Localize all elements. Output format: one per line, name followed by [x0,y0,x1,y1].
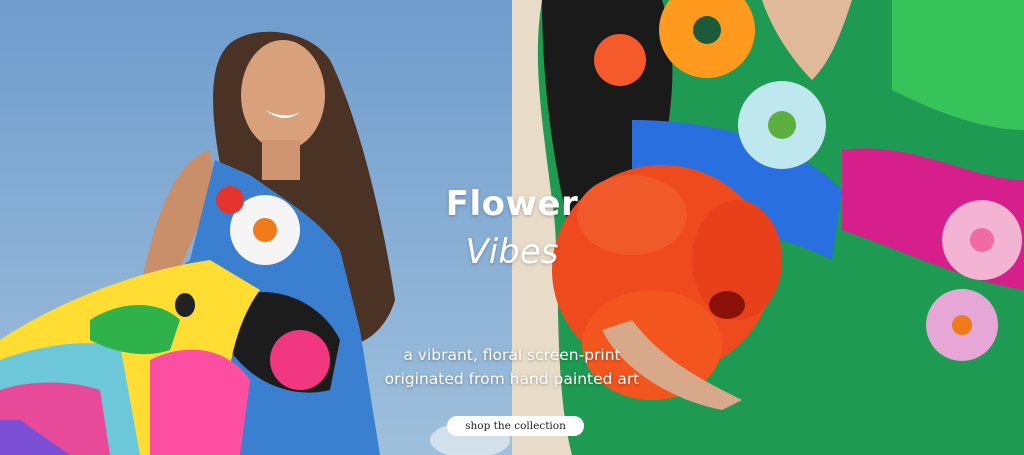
hero-banner: Flower Vibes a vibrant, floral screen-pr… [0,0,1024,455]
hero-photo-left [0,0,512,455]
woman-photo-image [0,0,512,455]
hero-photo-right [512,0,1024,455]
hibiscus-photo-image [512,0,1024,455]
shop-collection-button[interactable]: shop the collection [447,416,584,436]
